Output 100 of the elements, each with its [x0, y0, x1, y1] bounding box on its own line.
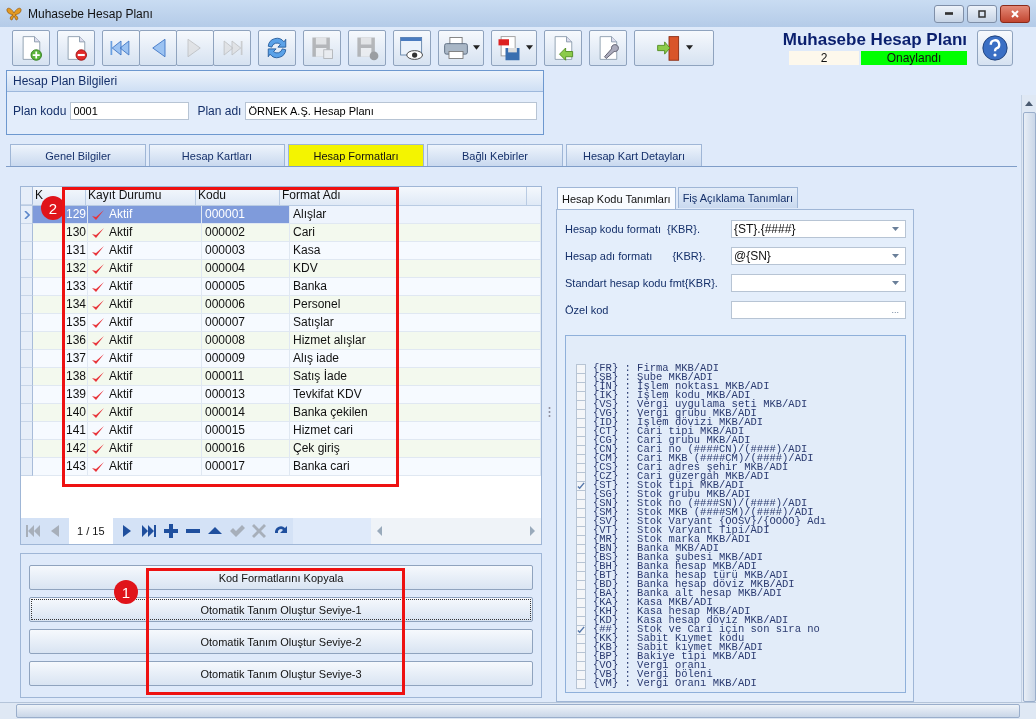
checkbox[interactable] — [576, 615, 586, 626]
help-button[interactable] — [977, 29, 1013, 66]
splitter-handle-icon[interactable] — [547, 406, 551, 418]
tab[interactable]: Hesap Kodu Tanımları — [557, 187, 676, 209]
row-indicator[interactable] — [21, 386, 33, 404]
checkbox[interactable] — [576, 651, 586, 662]
grid-row[interactable]: 136 Aktif 000008 Hizmet alışlar — [21, 332, 541, 350]
last-icon[interactable] — [140, 523, 157, 539]
tab[interactable]: Hesap Kartları — [149, 144, 285, 166]
grid-row[interactable]: 137 Aktif 000009 Alış iade — [21, 350, 541, 368]
row-indicator[interactable] — [21, 458, 33, 476]
row-indicator[interactable] — [21, 350, 33, 368]
checkbox[interactable] — [576, 624, 586, 635]
checkbox[interactable] — [576, 633, 586, 644]
tab[interactable]: Genel Bilgiler — [10, 144, 146, 166]
checkbox[interactable] — [576, 525, 586, 536]
checkbox[interactable] — [576, 642, 586, 653]
checkbox[interactable] — [576, 381, 586, 392]
row-indicator[interactable] — [21, 332, 33, 350]
plus-icon[interactable] — [162, 523, 179, 539]
checkbox[interactable] — [576, 390, 586, 401]
format-dropdown[interactable] — [731, 274, 906, 292]
grid-row[interactable]: 143 Aktif 000017 Banka cari — [21, 458, 541, 476]
checkbox[interactable] — [576, 597, 586, 608]
checkbox[interactable] — [576, 534, 586, 545]
scroll-up-icon[interactable] — [1025, 101, 1033, 106]
checkbox[interactable] — [576, 444, 586, 455]
tab[interactable]: Hesap Formatları — [288, 144, 424, 166]
ellipsis-button[interactable]: ... — [891, 305, 899, 315]
tools-button[interactable] — [589, 29, 627, 66]
column-header[interactable]: Format Adı — [282, 188, 341, 202]
row-indicator[interactable] — [21, 206, 33, 224]
checkbox[interactable] — [576, 471, 586, 482]
checkbox[interactable] — [576, 372, 586, 383]
checkbox[interactable] — [576, 507, 586, 518]
column-header[interactable]: K — [35, 188, 43, 202]
delete-button[interactable] — [57, 29, 95, 66]
exit-button[interactable] — [634, 29, 714, 66]
format-dropdown[interactable]: {ST}.{####} — [731, 220, 906, 238]
scroll-left-icon[interactable] — [377, 526, 383, 536]
grid-row[interactable]: 138 Aktif 000011 Satış İade — [21, 368, 541, 386]
minimize-button[interactable] — [934, 4, 964, 23]
preview-button[interactable] — [393, 29, 431, 66]
checkbox[interactable] — [576, 498, 586, 509]
action-button[interactable]: Otomatik Tanım Oluştur Seviye-2 — [29, 629, 533, 654]
tab[interactable]: Fiş Açıklama Tanımları — [677, 187, 799, 208]
checkbox[interactable] — [576, 363, 586, 374]
grid-row[interactable]: 135 Aktif 000007 Satışlar — [21, 314, 541, 332]
checkbox[interactable] — [576, 669, 586, 680]
row-indicator[interactable] — [21, 422, 33, 440]
vertical-scrollbar[interactable] — [1021, 95, 1036, 702]
checkbox[interactable] — [576, 552, 586, 563]
row-indicator[interactable] — [21, 224, 33, 242]
print-button[interactable] — [438, 29, 484, 66]
horizontal-scrollbar[interactable] — [0, 702, 1036, 719]
checkbox[interactable] — [576, 579, 586, 590]
row-indicator[interactable] — [21, 404, 33, 422]
checkbox[interactable] — [576, 660, 586, 671]
row-indicator[interactable] — [21, 242, 33, 260]
grid-row[interactable]: 142 Aktif 000016 Çek giriş — [21, 440, 541, 458]
action-button[interactable]: Otomatik Tanım Oluştur Seviye-3 — [29, 661, 533, 686]
first-button[interactable] — [102, 29, 140, 66]
special-code-field[interactable]: ... — [731, 301, 906, 319]
scroll-right-icon[interactable] — [529, 526, 535, 536]
grid-row[interactable]: 133 Aktif 000005 Banka — [21, 278, 541, 296]
grid-row[interactable]: 134 Aktif 000006 Personel — [21, 296, 541, 314]
checkbox[interactable] — [576, 678, 586, 689]
new-button[interactable] — [12, 29, 50, 66]
tab[interactable]: Hesap Kart Detayları — [566, 144, 702, 166]
plan-code-field[interactable]: 0001 — [70, 102, 190, 120]
grid-row[interactable]: 130 Aktif 000002 Cari — [21, 224, 541, 242]
checkbox[interactable] — [576, 462, 586, 473]
row-indicator[interactable] — [21, 314, 33, 332]
pdf-button[interactable] — [491, 29, 537, 66]
checkbox[interactable] — [576, 516, 586, 527]
format-dropdown[interactable]: @{SN} — [731, 247, 906, 265]
checkbox[interactable] — [576, 480, 586, 491]
checkbox[interactable] — [576, 435, 586, 446]
row-indicator[interactable] — [21, 278, 33, 296]
row-indicator[interactable] — [21, 440, 33, 458]
checkbox[interactable] — [576, 570, 586, 581]
prev-button[interactable] — [139, 29, 177, 66]
column-header[interactable]: Kodu — [198, 188, 227, 202]
grid-row[interactable]: 140 Aktif 000014 Banka çekilen — [21, 404, 541, 422]
plan-name-field[interactable]: ÖRNEK A.Ş. Hesap Planı — [245, 102, 537, 120]
checkbox[interactable] — [576, 417, 586, 428]
grid-row[interactable]: 141 Aktif 000015 Hizmet cari — [21, 422, 541, 440]
refresh-button[interactable] — [258, 29, 296, 66]
checkbox[interactable] — [576, 588, 586, 599]
checkbox[interactable] — [576, 426, 586, 437]
checkbox[interactable] — [576, 408, 586, 419]
checkbox[interactable] — [576, 543, 586, 554]
horizontal-scrollbar[interactable] — [371, 518, 541, 544]
checkbox[interactable] — [576, 561, 586, 572]
action-button[interactable]: Otomatik Tanım Oluştur Seviye-1 — [29, 597, 533, 622]
checkbox[interactable] — [576, 399, 586, 410]
close-button[interactable] — [1000, 4, 1030, 23]
grid-row[interactable]: 139 Aktif 000013 Tevkifat KDV — [21, 386, 541, 404]
maximize-button[interactable] — [967, 4, 997, 23]
checkbox[interactable] — [576, 489, 586, 500]
